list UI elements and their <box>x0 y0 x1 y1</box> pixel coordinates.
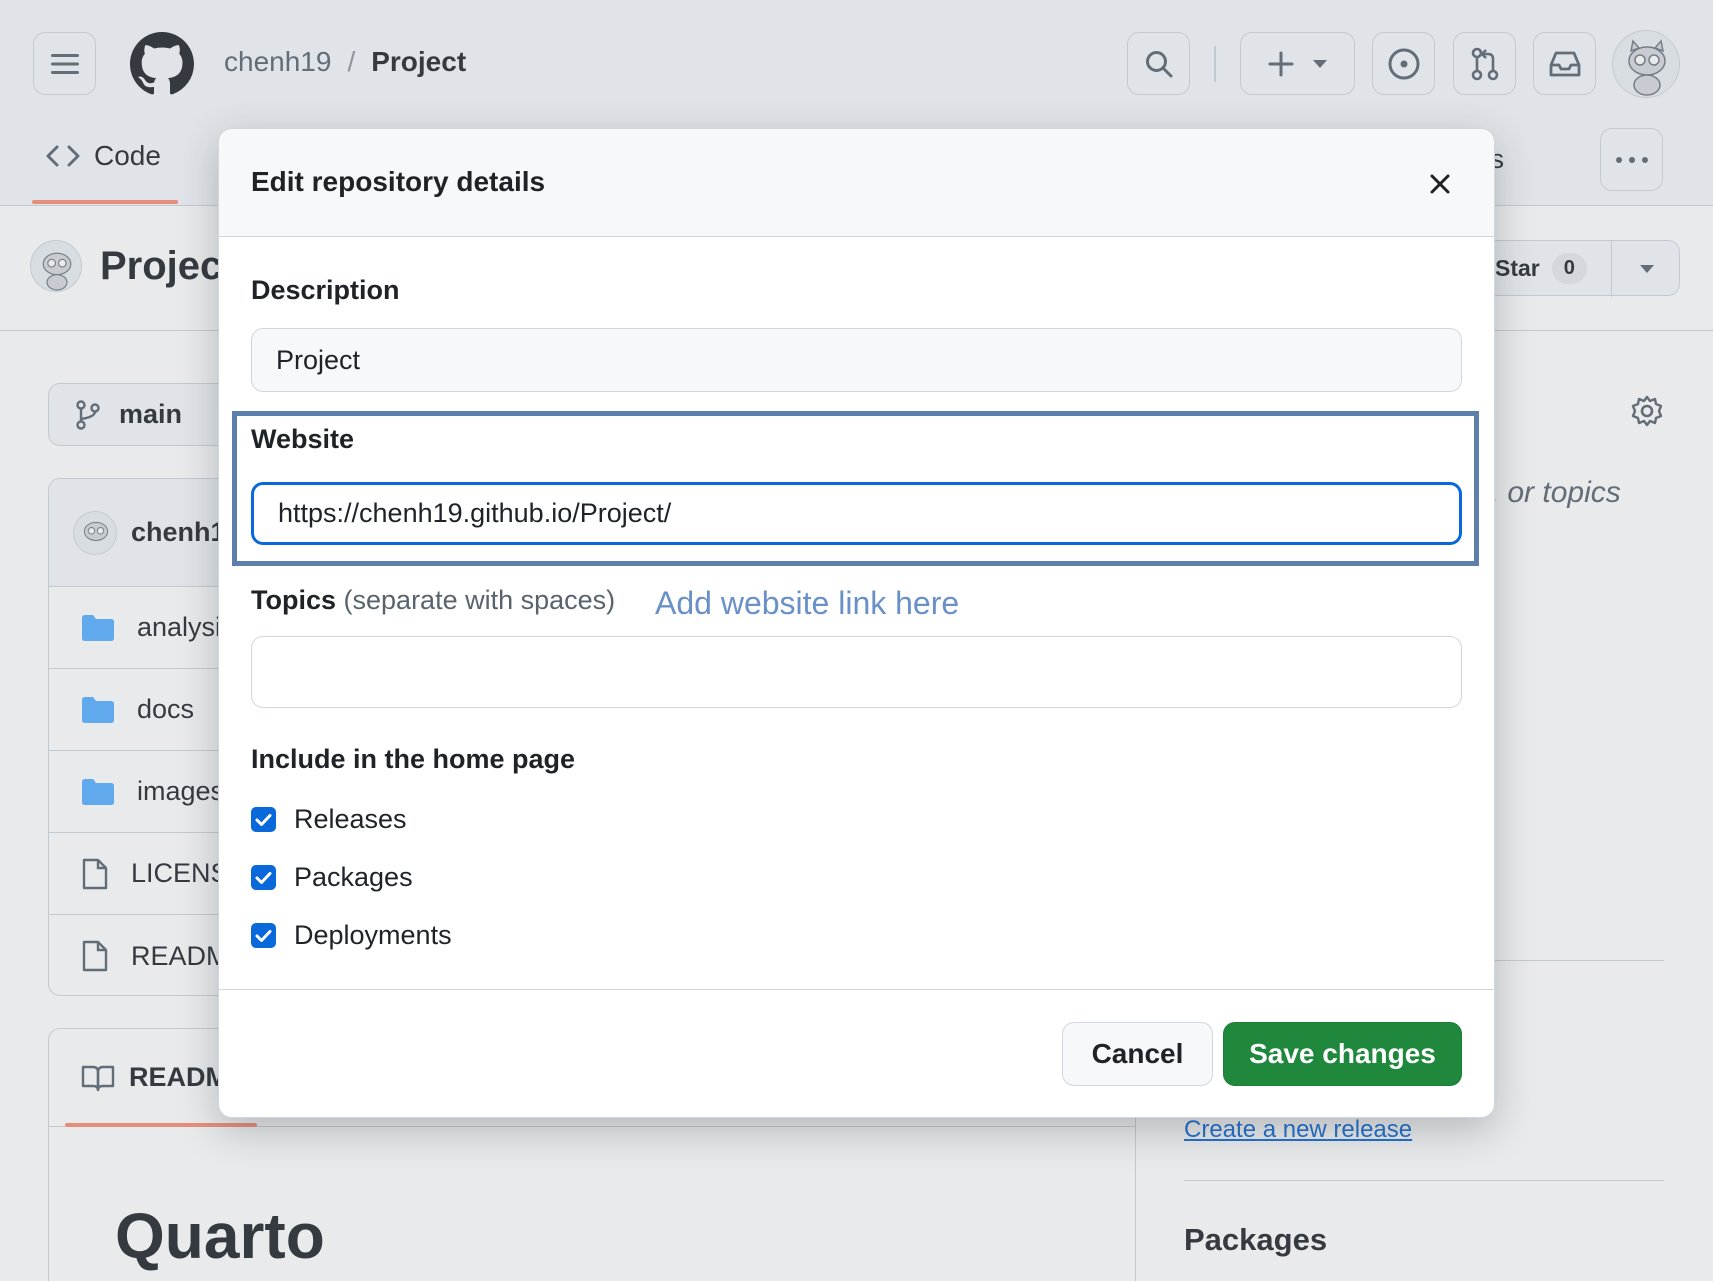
releases-label: Releases <box>294 804 407 834</box>
annotation-text: Add website link here <box>655 585 960 621</box>
topics-input[interactable] <box>251 636 1462 708</box>
save-changes-button[interactable]: Save changes <box>1223 1022 1462 1086</box>
check-icon <box>255 813 272 826</box>
releases-checkbox-row[interactable]: Releases <box>251 804 407 835</box>
website-input[interactable] <box>251 482 1462 545</box>
description-input[interactable] <box>251 328 1462 392</box>
topics-label-row: Topics (separate with spaces) <box>251 585 615 616</box>
edit-repository-dialog: Edit repository details Description Webs… <box>218 128 1495 1118</box>
topics-label: Topics <box>251 585 337 615</box>
check-icon <box>255 929 272 942</box>
dialog-header: Edit repository details <box>219 129 1494 237</box>
close-button[interactable] <box>1423 167 1457 201</box>
packages-checkbox[interactable] <box>251 865 276 890</box>
close-icon <box>1430 174 1450 194</box>
packages-label: Packages <box>294 862 413 892</box>
deployments-checkbox-row[interactable]: Deployments <box>251 920 452 951</box>
dialog-title: Edit repository details <box>251 166 546 197</box>
website-label: Website <box>251 424 355 454</box>
deployments-checkbox[interactable] <box>251 923 276 948</box>
dialog-footer-divider <box>219 989 1494 990</box>
description-label: Description <box>251 275 400 305</box>
releases-checkbox[interactable] <box>251 807 276 832</box>
deployments-label: Deployments <box>294 920 452 950</box>
include-heading: Include in the home page <box>251 744 576 774</box>
cancel-button[interactable]: Cancel <box>1062 1022 1213 1086</box>
topics-hint: (separate with spaces) <box>343 585 616 615</box>
packages-checkbox-row[interactable]: Packages <box>251 862 413 893</box>
check-icon <box>255 871 272 884</box>
